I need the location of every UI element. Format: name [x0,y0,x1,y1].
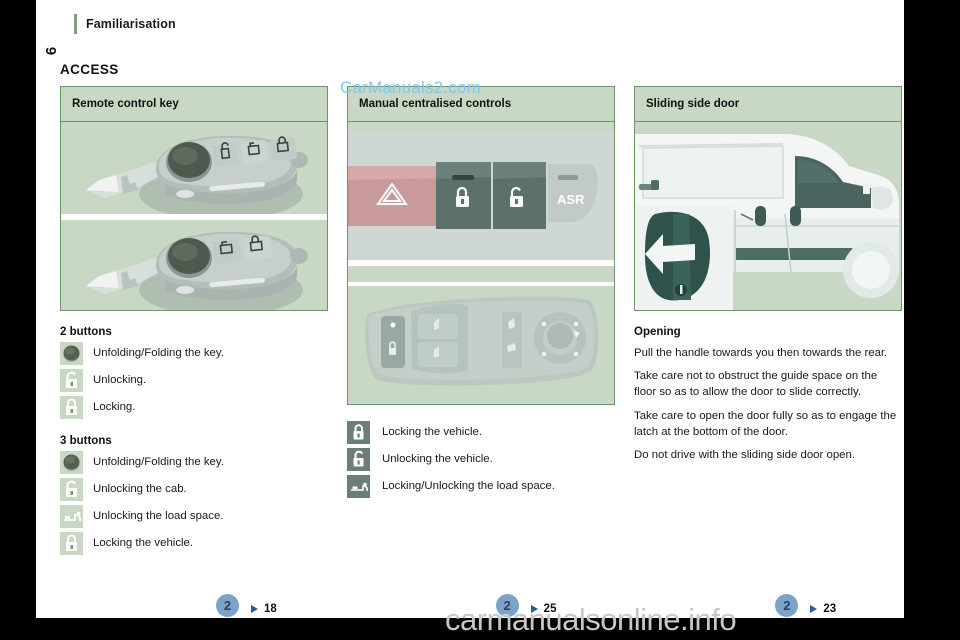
legend-row: Locking the vehicle. [60,532,328,556]
column-sliding-side-door: Sliding side door Opening Pull the handl… [634,86,902,559]
paragraph: Pull the handle towards you then towards… [634,347,888,359]
chapter-badge: 2 [495,593,519,617]
legend-label: Locking/Unlocking the load space. [382,480,555,492]
legend-label: Unlocking the load space. [93,510,224,522]
paragraph: Take care to open the door fully so as t… [634,409,897,438]
figure-van-sliding-side-door [635,122,901,310]
lock-icon [60,532,83,555]
door-panel-illustration [348,286,614,404]
chapter-badge: 2 [216,593,239,617]
unlock-cab-icon [60,478,83,501]
legend-row: Unfolding/Folding the key. [60,451,328,475]
legend-row: Locking the vehicle. [347,421,615,445]
load-space-icon [60,505,83,528]
panel-title-manual-centralised-controls: Manual centralised controls [348,87,614,122]
dashboard-illustration: ASR [348,122,614,282]
load-space-icon [347,475,370,498]
triangle-icon [251,605,258,613]
legend-label: Unfolding/Folding the key. [93,456,224,468]
page-reference[interactable]: 23 [810,603,836,615]
page-reference-number: 23 [823,603,837,615]
round-button-icon [60,342,83,365]
legend-list-3-buttons: Unfolding/Folding the key. Unlocking the… [60,451,328,556]
panel-manual-centralised-controls: Manual centralised controls ASR [347,86,615,405]
chapter-rule [74,14,77,34]
subheading-opening: Opening [634,326,681,338]
lock-icon [347,421,370,444]
triangle-icon [530,605,538,613]
legend-label: Locking the vehicle. [93,537,194,549]
chapter-title: Familiarisation [86,17,176,31]
legend-label: Unlocking. [93,374,147,386]
column-manual-centralised-controls: Manual centralised controls ASR Locking … [347,86,615,559]
subheading-2-buttons: 2 buttons [60,326,112,338]
van-illustration [635,122,901,310]
legend-label: Unlocking the cab. [93,483,187,495]
lock-icon [60,396,83,419]
figure-dashboard-lock-controls: ASR [348,122,614,282]
legend-row: Unlocking. [60,369,328,393]
legend-label: Unlocking the vehicle. [382,453,493,465]
page-reference[interactable]: 18 [251,603,277,615]
unlock-icon [60,369,83,392]
chapter-header: Familiarisation [74,14,176,34]
panel-title-sliding-side-door: Sliding side door [635,87,901,122]
legend-row: Unlocking the vehicle. [347,448,615,472]
remote-keys-illustration [61,122,327,310]
legend-row: Locking/Unlocking the load space. [347,475,615,499]
legend-list-centralised-controls: Locking the vehicle. Unlocking the vehic… [347,421,615,499]
content-columns: Remote control key 2 buttons Unfolding/F… [36,86,904,559]
manual-page: 6 Familiarisation ACCESS Remote control … [36,0,904,618]
panel-sliding-side-door: Sliding side door [634,86,902,311]
round-button-icon [60,451,83,474]
legend-row: Unlocking the cab. [60,478,328,502]
legend-list-2-buttons: Unfolding/Folding the key. Unlocking. Lo… [60,342,328,420]
triangle-icon [810,605,818,613]
page-number: 6 [42,46,60,56]
legend-row: Unfolding/Folding the key. [60,342,328,366]
legend-row: Locking. [60,396,328,420]
unlock-icon [347,448,370,471]
column-remote-control-key: Remote control key 2 buttons Unfolding/F… [60,86,328,559]
legend-label: Locking the vehicle. [382,426,483,438]
chapter-badge: 2 [775,593,799,617]
legend-label: Unfolding/Folding the key. [93,347,224,359]
figure-remote-control-keys [61,122,327,310]
paragraph: Take care not to obstruct the guide spac… [634,370,878,399]
page-reference[interactable]: 25 [530,603,557,615]
footer-reference-remote-control-key: 2 18 [60,588,321,622]
panel-title-remote-control-key: Remote control key [61,87,327,122]
footer-reference-sliding-side-door: 2 23 [619,588,880,622]
page-reference-number: 18 [264,603,277,615]
paragraph: Do not drive with the sliding side door … [634,448,855,461]
asr-label: ASR [557,192,585,207]
legend-label: Locking. [93,401,136,413]
legend-row: Unlocking the load space. [60,505,328,529]
page-reference-number: 25 [543,603,557,615]
subheading-3-buttons: 3 buttons [60,435,112,447]
page-title: ACCESS [60,62,119,77]
panel-remote-control-key: Remote control key [60,86,328,311]
page-footers: 2 18 2 25 2 23 [36,588,904,622]
figure-door-control-panel [348,282,614,404]
footer-reference-manual-centralised-controls: 2 25 [340,588,601,622]
